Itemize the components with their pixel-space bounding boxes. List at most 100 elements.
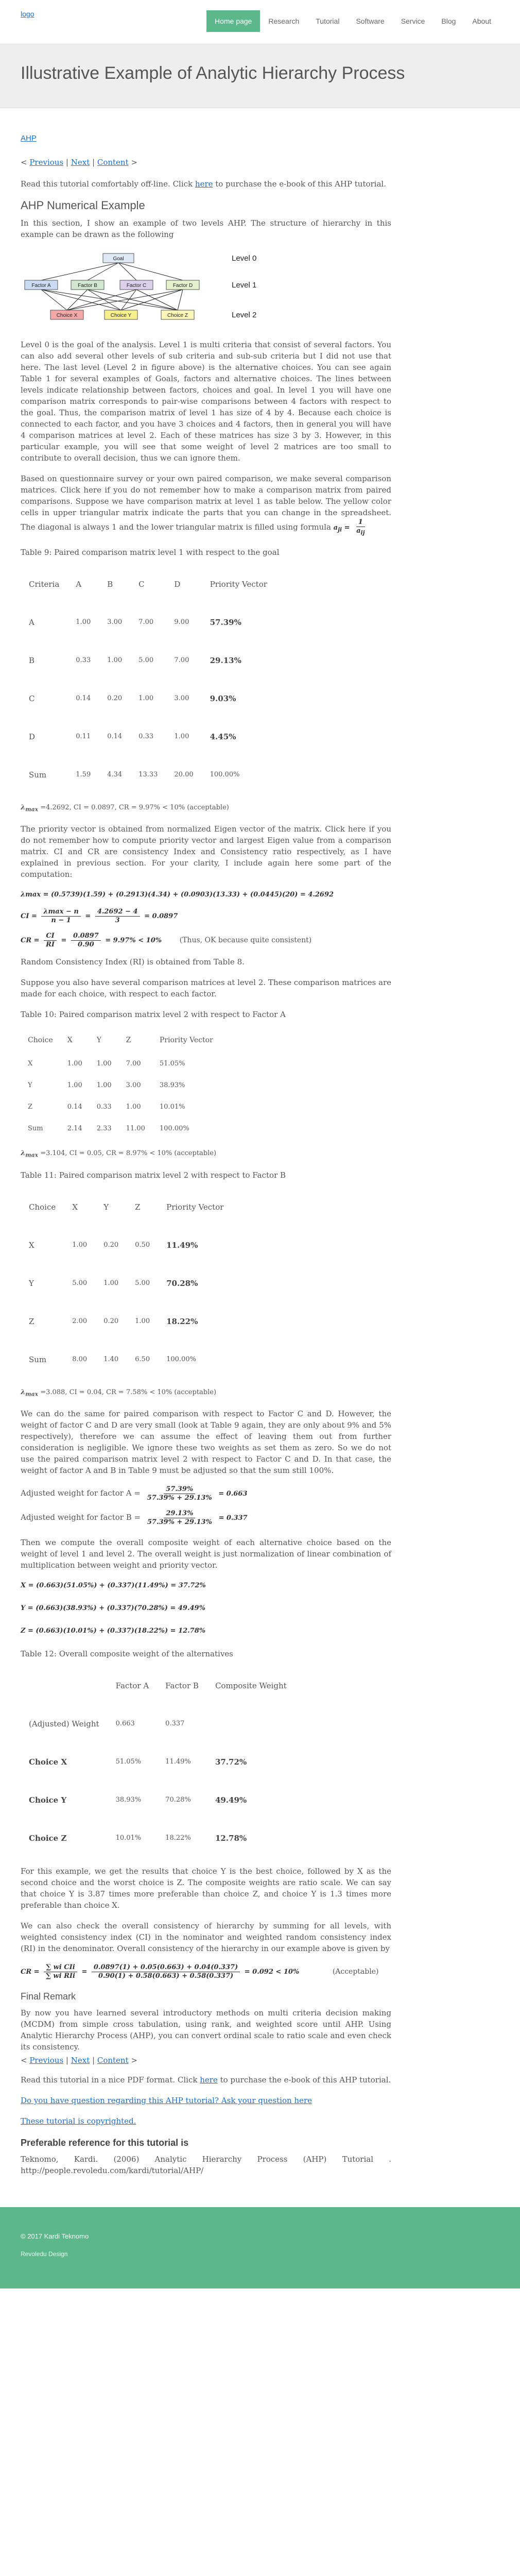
ci-computation: CI = λmax − nn − 1 = 4.2692 − 43 = 0.089… (21, 908, 178, 925)
table-row: X 1.00 1.00 7.00 51.05% (28, 1060, 185, 1068)
level-1-label: Level 1 (232, 281, 256, 290)
lambda-computation: λmax = (0.5739)(1.59) + (0.2913)(4.34) +… (21, 891, 334, 899)
factor-a-label: Factor A (31, 283, 51, 289)
reference-text: Teknomo, Kardi. (2006) Analytic Hierarch… (21, 2155, 391, 2176)
table-row: Y 5.00 1.00 5.00 70.28% (29, 1278, 198, 1288)
level-2-label: Level 2 (232, 311, 256, 319)
factor-d-label: Factor D (173, 283, 193, 289)
table-row: Y 1.00 1.00 3.00 38.93% (28, 1081, 185, 1090)
table-row: A 1.00 3.00 7.00 9.00 57.39% (29, 617, 241, 627)
cr-computation: CR = CI RI = 0.0897 0.90 = 9.97% < 10% (Th… (21, 932, 312, 949)
table-weight-row: (Adjusted) Weight 0.663 0.337 (29, 1719, 185, 1729)
main-content: AHP < Previous | Next | Content > Read t… (21, 108, 391, 2176)
choice-z-label: Choice Z (167, 313, 188, 318)
section-heading: AHP Numerical Example (21, 199, 145, 212)
next-link[interactable]: Next (71, 158, 90, 167)
adjusted-weight-a: Adjusted weight for factor A = 57.39% 57.… (21, 1485, 248, 1502)
hierarchy-svg: Goal Factor A Factor B Factor C Factor D… (24, 253, 256, 320)
table-row: B 0.33 1.00 5.00 7.00 29.13% (29, 655, 241, 665)
table-sum-row: Sum 8.00 1.40 6.50 100.00% (29, 1354, 196, 1364)
table-row: X 1.00 0.20 0.50 11.49% (29, 1240, 198, 1250)
table-row: Choice X 51.05% 11.49% 37.72% (29, 1757, 247, 1767)
table9-stats: λmax =4.2692, CI = 0.0897, CR = 9.97% < … (21, 803, 229, 813)
choice-y-label: Choice Y (111, 313, 132, 318)
table-row: D 0.11 0.14 0.33 1.00 4.45% (29, 732, 236, 741)
paragraph-levels: Level 0 is the goal of the analysis. Lev… (21, 340, 391, 463)
reciprocal-formula: aji = 1 aij (333, 518, 365, 536)
copyright-link[interactable]: These tutorial is copyrighted. (21, 2116, 136, 2126)
table-composite-weight: Factor A Factor B Composite Weight (Adjust… (21, 1667, 295, 1857)
top-navigation-bar: logo Home page Research Tutorial Softwar… (0, 0, 520, 44)
purchase-pdf-link[interactable]: here (200, 2075, 218, 2084)
table-level2-factor-b: Choice X Y Z Priority Vector X 1.00 0.20 0.50 11… (21, 1188, 232, 1379)
table-row: Choice Y 38.93% 70.28% 49.49% (29, 1795, 247, 1805)
footer-copyright: © 2017 Kardi Teknomo (21, 2232, 89, 2241)
table-row: Choice Z 10.01% 18.22% 12.78% (29, 1834, 247, 1843)
factor-c-label: Factor C (127, 283, 146, 289)
previous-link[interactable]: Previous (29, 158, 63, 167)
table9-caption: Table 9: Paired comparison matrix level … (21, 547, 280, 557)
composite-y: Y = (0.663)(38.93%) + (0.337)(70.28%) = … (21, 1604, 205, 1613)
main-nav: Home page Research Tutorial Software Ser… (206, 10, 499, 32)
ask-question-link[interactable]: Do you have question regarding this AHP … (21, 2096, 312, 2105)
reference-heading: Preferable reference for this tutorial i… (21, 2138, 189, 2148)
paragraph-structure: In this section, I show an example of tw… (21, 218, 391, 239)
next-link-bottom[interactable]: Next (71, 2056, 90, 2065)
table-sum-row: Sum 2.14 2.33 11.00 100.00% (28, 1125, 189, 1133)
choice-x-label: Choice X (57, 313, 78, 318)
nav-research[interactable]: Research (260, 10, 307, 32)
offline-note: Read this tutorial comfortably off-line.… (21, 179, 386, 189)
pager-top: < Previous | Next | Content > (21, 158, 137, 167)
nav-blog[interactable]: Blog (433, 10, 464, 32)
factor-b-label: Factor B (78, 283, 97, 289)
overall-cr-computation: CR = ∑ wi CIi ∑ wi RIi = 0.0897(1) + 0.05… (21, 1963, 379, 1980)
paragraph-priority: The priority vector is obtained from nor… (21, 824, 391, 879)
paragraph-ri: Random Consistency Index (RI) is obtaine… (21, 957, 245, 967)
table-header-row: Choice X Y Z Priority Vector (29, 1202, 224, 1212)
logo-link[interactable]: logo (21, 8, 34, 20)
table-level2-factor-a: Choice X Y Z Priority Vector X 1.00 1.00 7.00 51… (21, 1027, 220, 1140)
composite-z: Z = (0.663)(10.01%) + (0.337)(18.22%) = … (21, 1627, 206, 1635)
paragraph-final-remark: By now you have learned several introduc… (21, 2008, 391, 2052)
purchase-link[interactable]: here (195, 179, 213, 189)
page-hero: Illustrative Example of Analytic Hierarc… (0, 44, 520, 108)
table12-caption: Table 12: Overall composite weight of th… (21, 1649, 233, 1659)
paragraph-results: For this example, we get the results tha… (21, 1867, 391, 1910)
page-title: Illustrative Example of Analytic Hierarc… (21, 63, 405, 83)
table11-stats: λmax =3.088, CI = 0.04, CR = 7.58% < 10%… (21, 1388, 217, 1398)
table-row: Z 2.00 0.20 1.00 18.22% (29, 1316, 198, 1326)
table-row: C 0.14 0.20 1.00 3.00 9.03% (29, 693, 236, 703)
table-row: Z 0.14 0.33 1.00 10.01% (28, 1103, 185, 1111)
level-0-label: Level 0 (232, 254, 256, 263)
paragraph-level2: Suppose you also have several comparison… (21, 978, 391, 999)
table10-caption: Table 10: Paired comparison matrix level… (21, 1010, 286, 1020)
table-header-row: Factor A Factor B Composite Weight (115, 1681, 287, 1691)
nav-software[interactable]: Software (348, 10, 392, 32)
goal-label: Goal (113, 256, 124, 262)
paragraph-comparison: Based on questionnaire survey or your ow… (21, 474, 391, 536)
table-level1-goal: Criteria A B C D Priority Vector A 1.00 3.00 7.0… (21, 565, 275, 794)
footer-design-credit: Revoledu Design (21, 2250, 68, 2258)
pager-bottom: < Previous | Next | Content > (21, 2056, 137, 2065)
nav-service[interactable]: Service (393, 10, 434, 32)
content-link[interactable]: Content (97, 158, 129, 167)
site-footer: © 2017 Kardi Teknomo Revoledu Design (0, 2207, 520, 2289)
table-header-row: Criteria A B C D Priority Vector (29, 579, 267, 589)
composite-x: X = (0.663)(51.05%) + (0.337)(11.49%) = … (21, 1582, 206, 1590)
table-header-row: Choice X Y Z Priority Vector (28, 1036, 213, 1045)
pdf-note: Read this tutorial in a nice PDF format.… (21, 2075, 391, 2085)
paragraph-overall-consistency: We can also check the overall consistenc… (21, 1921, 391, 1954)
adjusted-weight-b: Adjusted weight for factor B = 29.13% 57.… (21, 1510, 248, 1527)
content-link-bottom[interactable]: Content (97, 2056, 129, 2065)
previous-link-bottom[interactable]: Previous (29, 2056, 63, 2065)
paragraph-composite: Then we compute the overall composite we… (21, 1538, 391, 1570)
breadcrumb-ahp-link[interactable]: AHP (21, 134, 37, 143)
final-remark-heading: Final Remark (21, 1991, 76, 2002)
table11-caption: Table 11: Paired comparison matrix level… (21, 1170, 286, 1180)
nav-tutorial[interactable]: Tutorial (307, 10, 348, 32)
table-sum-row: Sum 1.59 4.34 13.33 20.00 100.00% (29, 770, 240, 779)
table10-stats: λmax =3.104, CI = 0.05, CR = 8.97% < 10%… (21, 1149, 217, 1159)
paragraph-ignore-cd: We can do the same for paired comparison… (21, 1409, 391, 1476)
nav-home-page[interactable]: Home page (206, 10, 261, 32)
nav-about[interactable]: About (464, 10, 499, 32)
